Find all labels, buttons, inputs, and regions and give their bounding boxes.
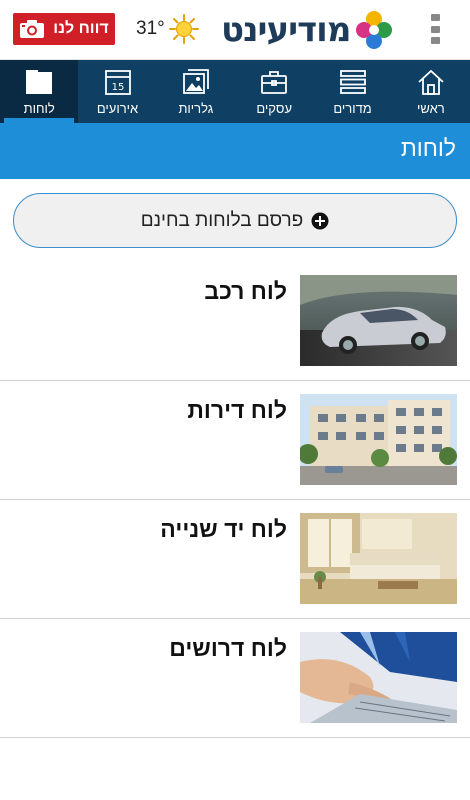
nav-item-home[interactable]: ראשי [392, 60, 470, 123]
calendar-day: 15 [111, 82, 124, 93]
car-photo [300, 275, 457, 366]
site-logo[interactable]: מודיעינט [221, 8, 394, 52]
home-icon [418, 69, 444, 95]
plus-circle-icon [311, 212, 329, 229]
list-item[interactable]: לוח דרושים [0, 619, 470, 738]
list-item[interactable]: לוח רכב [0, 262, 470, 381]
menu-dot [430, 37, 440, 44]
report-to-us-button[interactable]: דווח לנו [13, 13, 115, 45]
sections-icon [339, 70, 366, 94]
camera-icon [20, 20, 45, 38]
sun-icon [168, 14, 199, 44]
apartments-photo [300, 394, 457, 485]
nav-item-label: מדורים [333, 101, 372, 116]
nav-item-label: עסקים [256, 101, 293, 116]
nav-item-label: אירועים [96, 101, 139, 116]
living-room-photo [300, 513, 457, 604]
board-name: לוח דרושים [169, 635, 287, 661]
report-button-label: דווח לנו [53, 20, 109, 37]
publish-button-label: פרסם בלוחות בחינם [140, 209, 304, 231]
nav-item-label: ראשי [416, 101, 445, 116]
publish-free-button[interactable]: פרסם בלוחות בחינם [13, 193, 457, 248]
overflow-menu-button[interactable] [428, 14, 442, 44]
menu-dot [430, 25, 440, 33]
page-title-bar: לוחות [0, 123, 470, 179]
nav-item-business[interactable]: עסקים [235, 60, 313, 123]
calendar-icon: 15 [104, 70, 131, 95]
boards-icon [26, 70, 53, 94]
weather-widget: 31° [136, 14, 199, 44]
list-item[interactable]: לוח דירות [0, 381, 470, 500]
nav-item-events[interactable]: 15 אירועים [78, 60, 156, 123]
nav-item-label: גלריות [178, 101, 214, 116]
nav-item-boards[interactable]: לוחות [0, 60, 79, 123]
list-item[interactable]: לוח יד שנייה [0, 500, 470, 619]
temperature: 31° [136, 18, 165, 39]
board-name: לוח רכב [204, 278, 287, 304]
briefcase-icon [261, 71, 288, 94]
gallery-icon [182, 69, 209, 94]
board-name: לוח דירות [187, 397, 287, 423]
page-title: לוחות [400, 135, 456, 161]
main-nav: ראשי מדורים עסקים גלריות 15 אירועים לוחו… [0, 60, 470, 123]
nav-item-sections[interactable]: מדורים [313, 60, 391, 123]
board-list: לוח רכב לוח דירות לוח יד שנייה לוח דרושי… [0, 262, 470, 738]
top-header: דווח לנו 31° מודיעינט [0, 0, 470, 60]
logo-wordmark: מודיעינט [221, 10, 351, 50]
logo-mark-icon [356, 11, 393, 49]
board-name: לוח יד שנייה [160, 516, 287, 542]
menu-dot [430, 14, 440, 21]
laptop-hand-photo [300, 632, 457, 723]
nav-item-label: לוחות [23, 101, 55, 116]
nav-item-galleries[interactable]: גלריות [157, 60, 235, 123]
